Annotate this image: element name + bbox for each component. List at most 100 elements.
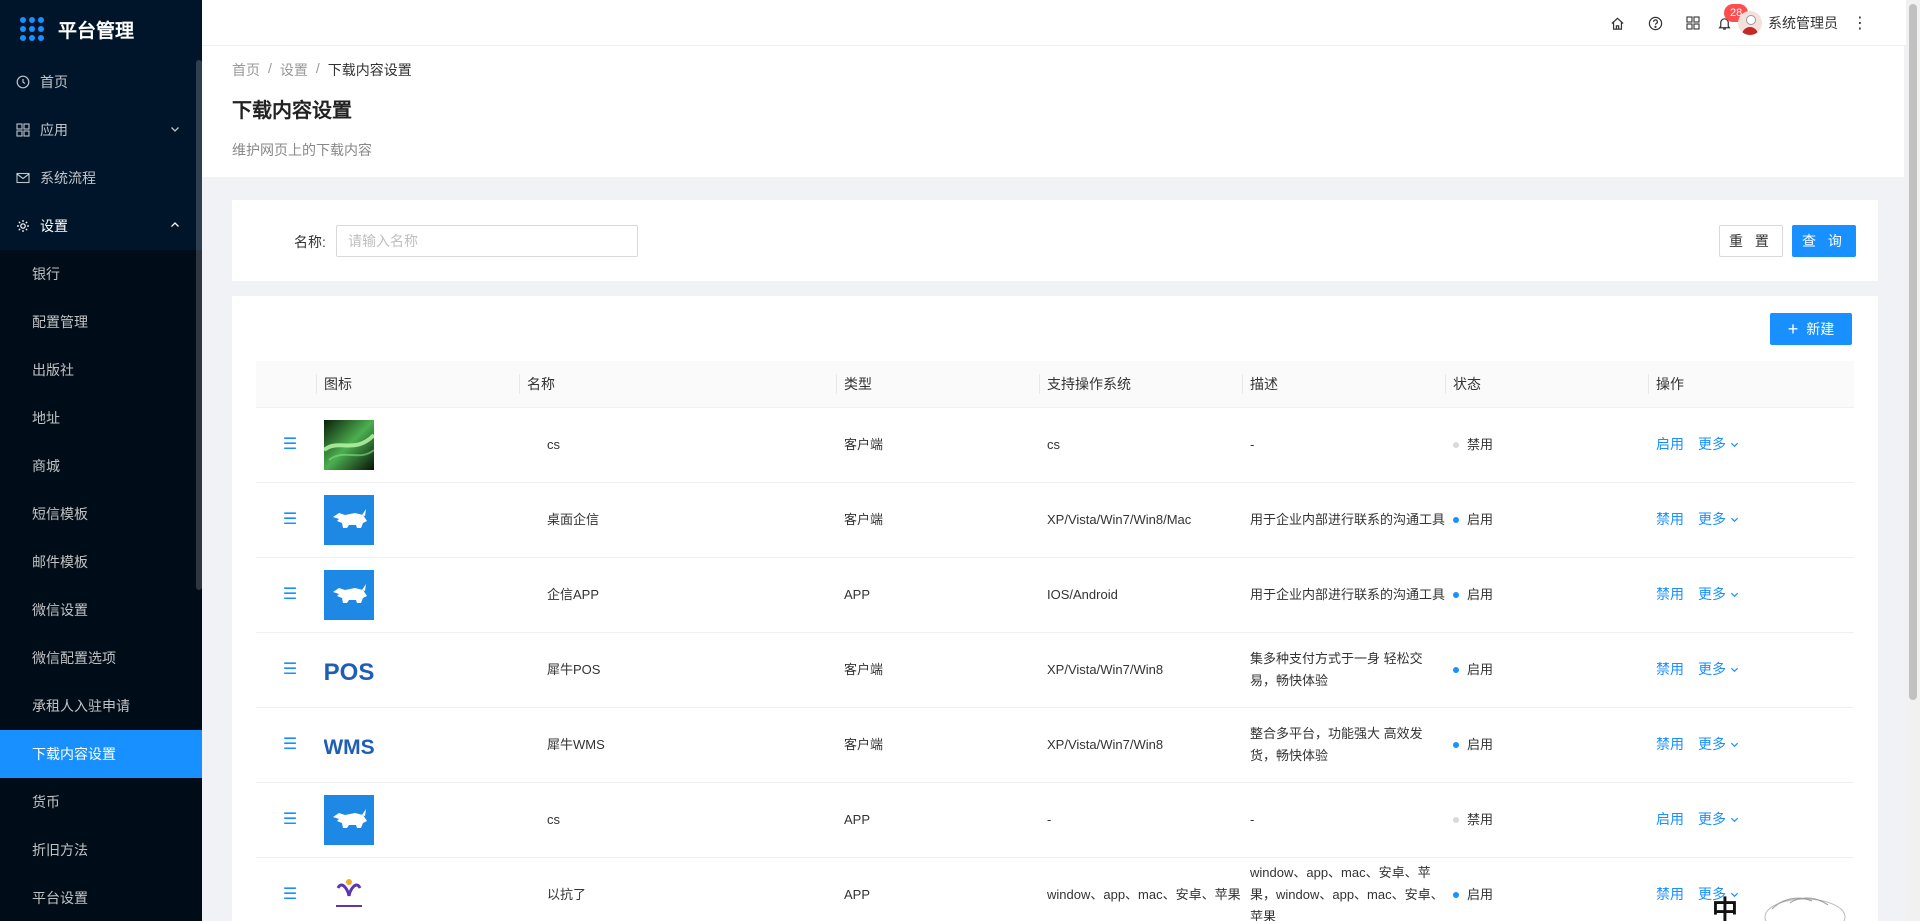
desc-cell: 用于企业内部进行联系的沟通工具 bbox=[1242, 482, 1445, 558]
toggle-status-link[interactable]: 禁用 bbox=[1656, 511, 1684, 527]
drag-handle-icon[interactable]: ☰ bbox=[264, 509, 316, 531]
more-dropdown-link[interactable]: 更多 bbox=[1698, 736, 1739, 752]
sidebar-item-home[interactable]: 首页 bbox=[0, 58, 202, 106]
sidebar-item-config[interactable]: 配置管理 bbox=[0, 298, 202, 346]
table-row: ☰ 桌面企信 客户端 XP/Vista/Win7/Win8/Mac 用于企业内部进行联系… bbox=[256, 482, 1854, 558]
sidebar-item-tenant-apply[interactable]: 承租人入驻申请 bbox=[0, 682, 202, 730]
wms-logo: WMS bbox=[324, 719, 374, 770]
table-row: ☰ 企信APP APP IOS/Android 用于企业内部进行联系的沟通工具 启用 禁用更… bbox=[256, 557, 1854, 633]
status-text: 启用 bbox=[1467, 586, 1494, 602]
column-header-type: 类型 bbox=[836, 361, 1039, 408]
more-dropdown-link[interactable]: 更多 bbox=[1698, 436, 1739, 452]
status-cell: 启用 bbox=[1445, 707, 1648, 783]
page-header: 首页 / 设置 / 下载内容设置 下载内容设置 维护网页上的下载内容 bbox=[202, 46, 1904, 177]
drag-handle-icon[interactable]: ☰ bbox=[264, 659, 316, 681]
drag-cell: ☰ bbox=[256, 707, 316, 783]
appstore-icon[interactable] bbox=[1674, 16, 1712, 30]
toggle-status-link[interactable]: 禁用 bbox=[1656, 886, 1684, 902]
drag-handle-icon[interactable]: ☰ bbox=[264, 809, 316, 831]
logo-grid-icon bbox=[20, 17, 44, 41]
actions-cell: 禁用 更多 bbox=[1648, 557, 1854, 633]
os-cell: window、app、mac、安卓、苹果 bbox=[1039, 857, 1242, 921]
icon-cell: WMS bbox=[316, 707, 519, 783]
toggle-status-link[interactable]: 禁用 bbox=[1656, 661, 1684, 677]
type-cell: 客户端 bbox=[836, 482, 1039, 558]
actions-cell: 禁用 更多 bbox=[1648, 632, 1854, 708]
actions-cell: 禁用 更多 bbox=[1648, 707, 1854, 783]
sidebar-item-publisher[interactable]: 出版社 bbox=[0, 346, 202, 394]
new-button[interactable]: + 新建 bbox=[1770, 313, 1852, 345]
breadcrumb-settings[interactable]: 设置 bbox=[280, 60, 308, 80]
logo[interactable]: 平台管理 bbox=[0, 0, 202, 58]
reset-button[interactable]: 重 置 bbox=[1719, 225, 1783, 257]
sidebar-item-label: 首页 bbox=[40, 74, 68, 90]
svg-text:WMS: WMS bbox=[324, 736, 374, 759]
sidebar-item-mail-template[interactable]: 邮件模板 bbox=[0, 538, 202, 586]
download-table: 图标 名称 类型 支持操作系统 描述 状态 操作 ☰ cs 客户端 cs - 禁用 启用 更多… bbox=[256, 361, 1854, 921]
question-icon[interactable] bbox=[1636, 16, 1674, 31]
avatar[interactable] bbox=[1738, 11, 1762, 35]
toggle-status-link[interactable]: 启用 bbox=[1656, 436, 1684, 452]
sidebar-item-platform-settings[interactable]: 平台设置 bbox=[0, 874, 202, 921]
sidebar-item-wechat-settings[interactable]: 微信设置 bbox=[0, 586, 202, 634]
toggle-status-link[interactable]: 启用 bbox=[1656, 811, 1684, 827]
name-cell: 桌面企信 bbox=[519, 482, 836, 558]
home-icon[interactable] bbox=[1598, 16, 1636, 31]
sidebar-item-label: 下载内容设置 bbox=[32, 746, 116, 762]
drag-handle-icon[interactable]: ☰ bbox=[264, 434, 316, 456]
type-cell: APP bbox=[836, 557, 1039, 633]
drag-handle-icon[interactable]: ☰ bbox=[264, 734, 316, 756]
svg-text:POS: POS bbox=[324, 659, 374, 686]
icon-cell bbox=[316, 782, 519, 858]
toggle-status-link[interactable]: 禁用 bbox=[1656, 586, 1684, 602]
sidebar-item-label: 货币 bbox=[32, 794, 60, 810]
column-header-status: 状态 bbox=[1445, 361, 1648, 408]
sidebar-item-currency[interactable]: 货币 bbox=[0, 778, 202, 826]
sidebar-item-wechat-options[interactable]: 微信配置选项 bbox=[0, 634, 202, 682]
sidebar-item-settings[interactable]: 设置 bbox=[0, 202, 202, 250]
chevron-down-icon bbox=[1730, 586, 1739, 602]
sidebar-item-address[interactable]: 地址 bbox=[0, 394, 202, 442]
breadcrumb-separator: / bbox=[315, 60, 320, 76]
status-cell: 启用 bbox=[1445, 557, 1648, 633]
drag-cell: ☰ bbox=[256, 407, 316, 483]
more-label: 更多 bbox=[1698, 736, 1726, 752]
more-dropdown-link[interactable]: 更多 bbox=[1698, 586, 1739, 602]
more-dropdown-link[interactable]: 更多 bbox=[1698, 511, 1739, 527]
name-search-input[interactable] bbox=[336, 225, 638, 257]
sidebar-item-depreciation[interactable]: 折旧方法 bbox=[0, 826, 202, 874]
sidebar-item-label: 微信设置 bbox=[32, 602, 88, 618]
chevron-down-icon bbox=[1730, 811, 1739, 827]
username[interactable]: 系统管理员 bbox=[1768, 13, 1838, 33]
drag-handle-icon[interactable]: ☰ bbox=[264, 884, 316, 906]
status-text: 禁用 bbox=[1467, 436, 1494, 452]
toggle-status-link[interactable]: 禁用 bbox=[1656, 736, 1684, 752]
sidebar-item-bank[interactable]: 银行 bbox=[0, 250, 202, 298]
top-header: 28 系统管理员 ⋮ bbox=[202, 0, 1920, 46]
bell-icon[interactable]: 28 bbox=[1712, 3, 1749, 31]
sidebar-item-sms-template[interactable]: 短信模板 bbox=[0, 490, 202, 538]
page-scrollbar[interactable] bbox=[1906, 0, 1920, 921]
sidebar-item-download-settings[interactable]: 下载内容设置 bbox=[0, 730, 202, 778]
drag-handle-icon[interactable]: ☰ bbox=[264, 584, 316, 606]
sidebar-item-mall[interactable]: 商城 bbox=[0, 442, 202, 490]
icon-cell bbox=[316, 557, 519, 633]
column-header-icon: 图标 bbox=[316, 361, 519, 408]
more-dropdown-link[interactable]: 更多 bbox=[1698, 811, 1739, 827]
svg-text:中: 中 bbox=[1712, 895, 1738, 921]
app-title: 平台管理 bbox=[58, 20, 135, 42]
page-scrollbar-thumb[interactable] bbox=[1909, 4, 1917, 700]
query-button[interactable]: 查 询 bbox=[1792, 225, 1856, 257]
sidebar-item-label: 出版社 bbox=[32, 362, 74, 378]
status-text: 禁用 bbox=[1467, 811, 1494, 827]
name-cell: cs bbox=[519, 782, 836, 858]
more-vertical-icon[interactable]: ⋮ bbox=[1852, 13, 1868, 33]
more-dropdown-link[interactable]: 更多 bbox=[1698, 661, 1739, 677]
actions-cell: 禁用 更多 bbox=[1648, 482, 1854, 558]
sidebar-item-system-flow[interactable]: 系统流程 bbox=[0, 154, 202, 202]
sidebar: 平台管理 首页 应用 系统流程 设置 银行 配置管理 出版社 地址 商城 短信模… bbox=[0, 0, 202, 921]
breadcrumb-home[interactable]: 首页 bbox=[232, 60, 260, 80]
sidebar-item-label: 设置 bbox=[40, 218, 68, 234]
rhino-logo bbox=[324, 494, 374, 545]
sidebar-item-apps[interactable]: 应用 bbox=[0, 106, 202, 154]
